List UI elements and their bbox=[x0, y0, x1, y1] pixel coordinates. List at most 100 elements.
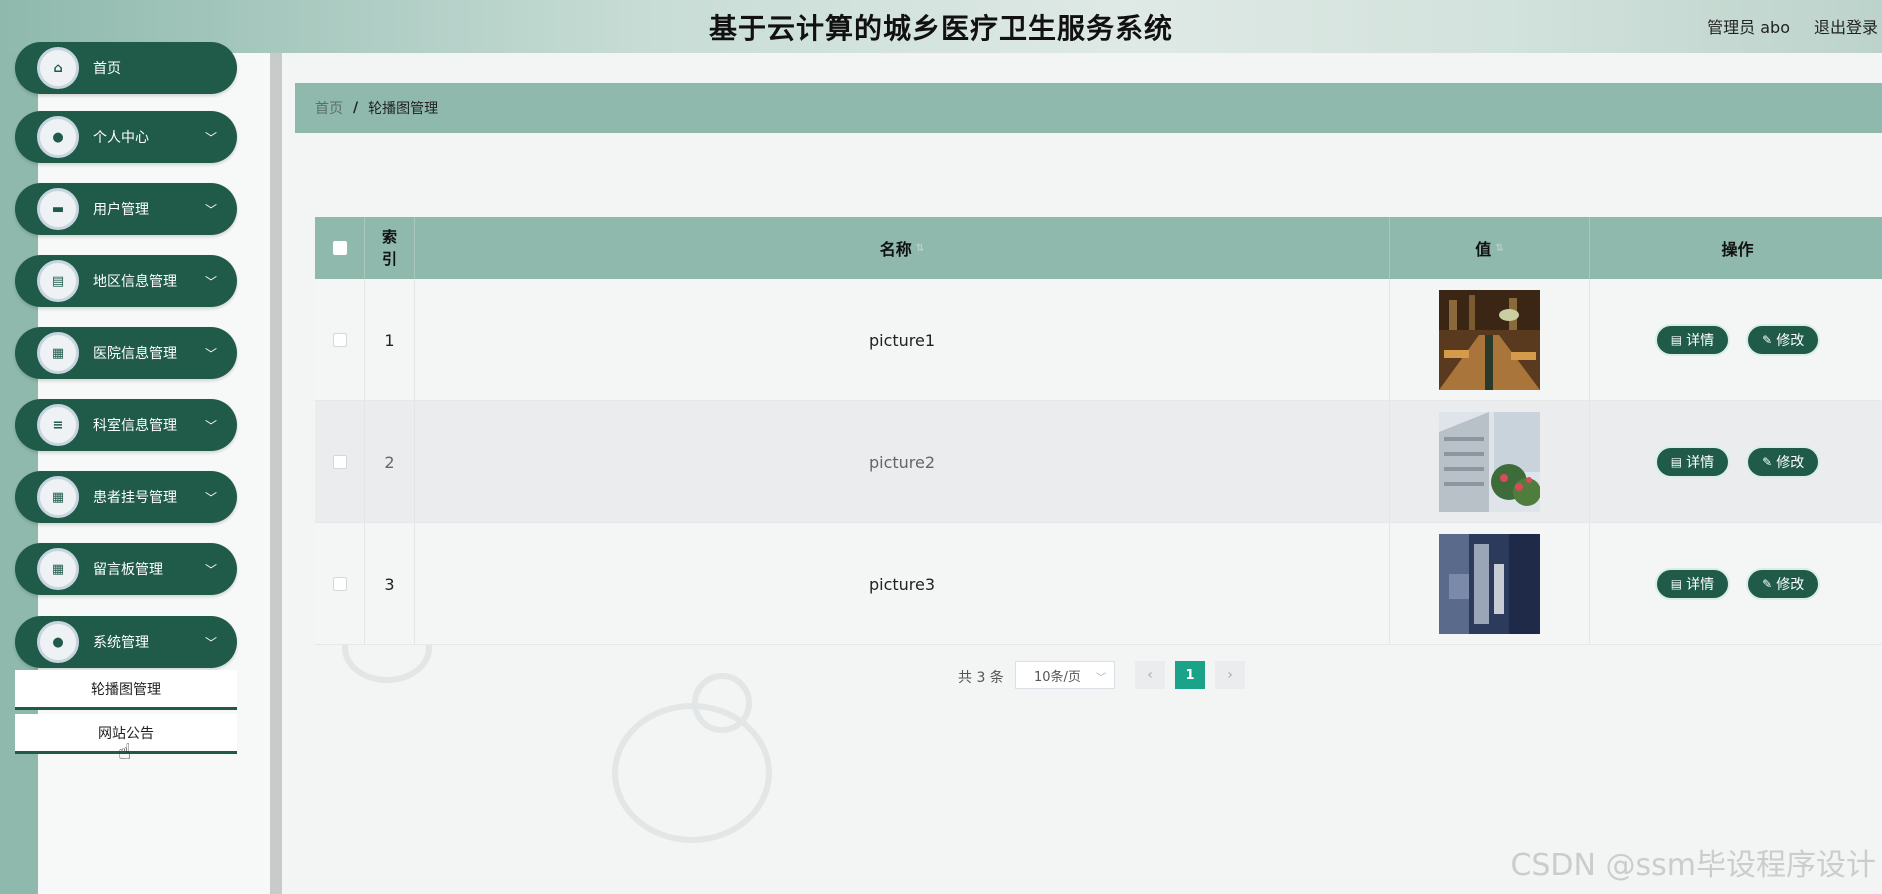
detail-button[interactable]: ▤ 详情 bbox=[1654, 446, 1731, 478]
pagination-total: 共 3 条 bbox=[958, 670, 1004, 686]
sidebar-item-region-management[interactable]: ▤ 地区信息管理 ﹀ bbox=[15, 255, 237, 307]
prev-page-button[interactable]: ‹ bbox=[1135, 661, 1165, 689]
main-content: 首页 / 轮播图管理 索引 名称 ⇅ 值 ⇅ 操作 1 picture1 ▤ 详… bbox=[282, 53, 1882, 894]
detail-button[interactable]: ▤ 详情 bbox=[1654, 324, 1731, 356]
table-row: 3 picture3 ▤ 详情 ✎ 修改 bbox=[315, 523, 1882, 645]
user-icon: ● bbox=[37, 116, 79, 158]
row-select-cell bbox=[315, 523, 365, 645]
column-header-index: 索引 bbox=[365, 217, 415, 279]
user-settings-icon: ● bbox=[37, 621, 79, 663]
grid-icon: ▦ bbox=[37, 548, 79, 590]
top-header: 基于云计算的城乡医疗卫生服务系统 管理员 abo 退出登录 bbox=[0, 0, 1882, 53]
table-row: 2 picture2 ▤ 详情 ✎ 修改 bbox=[315, 401, 1882, 523]
submenu-item-carousel[interactable]: 轮播图管理 bbox=[15, 670, 237, 710]
table-row: 1 picture1 ▤ 详情 ✎ 修改 bbox=[315, 279, 1882, 401]
clipboard-icon: ▤ bbox=[37, 260, 79, 302]
background-decoration bbox=[612, 703, 772, 843]
document-icon: ▤ bbox=[1670, 577, 1683, 591]
list-icon: ≡ bbox=[37, 404, 79, 446]
row-select-cell bbox=[315, 401, 365, 523]
edit-button[interactable]: ✎ 修改 bbox=[1746, 568, 1821, 600]
chevron-down-icon: ﹀ bbox=[1096, 673, 1106, 684]
index-cell: 1 bbox=[365, 279, 415, 401]
sidebar-item-home[interactable]: ⌂ 首页 bbox=[15, 42, 237, 94]
grid-icon: ▦ bbox=[37, 332, 79, 374]
breadcrumb-home[interactable]: 首页 bbox=[315, 98, 343, 118]
next-page-button[interactable]: › bbox=[1215, 661, 1245, 689]
page-size-select[interactable]: 10条/页 ﹀ bbox=[1015, 661, 1115, 689]
name-cell: picture2 bbox=[415, 401, 1390, 523]
chevron-down-icon: ﹀ bbox=[204, 202, 217, 217]
breadcrumb-current: 轮播图管理 bbox=[368, 101, 439, 117]
sort-icon: ⇅ bbox=[1495, 242, 1504, 254]
chevron-down-icon: ﹀ bbox=[204, 562, 217, 577]
sidebar-item-hospital-management[interactable]: ▦ 医院信息管理 ﹀ bbox=[15, 327, 237, 379]
chevron-down-icon: ﹀ bbox=[204, 130, 217, 145]
sidebar-item-label: 科室信息管理 bbox=[93, 418, 177, 434]
grid-icon: ▦ bbox=[37, 476, 79, 518]
sidebar-item-label: 个人中心 bbox=[93, 130, 149, 146]
logout-link[interactable]: 退出登录 bbox=[1814, 14, 1878, 38]
sidebar-item-user-management[interactable]: ▬ 用户管理 ﹀ bbox=[15, 183, 237, 235]
edit-icon: ✎ bbox=[1762, 577, 1773, 591]
value-cell bbox=[1390, 279, 1590, 401]
index-cell: 2 bbox=[365, 401, 415, 523]
chevron-down-icon: ﹀ bbox=[204, 490, 217, 505]
row-checkbox[interactable] bbox=[332, 333, 347, 347]
briefcase-icon: ▬ bbox=[37, 188, 79, 230]
column-header-value[interactable]: 值 ⇅ bbox=[1390, 217, 1590, 279]
document-icon: ▤ bbox=[1670, 333, 1683, 347]
sidebar-item-label: 首页 bbox=[93, 61, 121, 77]
carousel-thumbnail bbox=[1439, 412, 1540, 512]
name-cell: picture3 bbox=[415, 523, 1390, 645]
index-cell: 3 bbox=[365, 523, 415, 645]
row-checkbox[interactable] bbox=[332, 577, 347, 591]
chevron-down-icon: ﹀ bbox=[204, 635, 217, 650]
table-header: 索引 名称 ⇅ 值 ⇅ 操作 bbox=[315, 217, 1882, 279]
sidebar-item-label: 地区信息管理 bbox=[93, 274, 177, 290]
value-cell bbox=[1390, 523, 1590, 645]
select-all-checkbox[interactable] bbox=[332, 241, 347, 255]
sidebar-item-label: 留言板管理 bbox=[93, 562, 163, 578]
current-user: 管理员 abo bbox=[1707, 18, 1790, 37]
breadcrumb-separator: / bbox=[353, 100, 359, 116]
sidebar: ⌂ 首页 ● 个人中心 ﹀ ▬ 用户管理 ﹀ ▤ 地区信息管理 ﹀ ▦ 医院信息… bbox=[0, 42, 270, 894]
sidebar-item-message-board[interactable]: ▦ 留言板管理 ﹀ bbox=[15, 543, 237, 595]
select-all-cell bbox=[315, 217, 365, 279]
sidebar-item-label: 患者挂号管理 bbox=[93, 490, 177, 506]
row-select-cell bbox=[315, 279, 365, 401]
app-title: 基于云计算的城乡医疗卫生服务系统 bbox=[708, 11, 1173, 45]
sort-icon: ⇅ bbox=[915, 242, 925, 254]
column-header-name[interactable]: 名称 ⇅ bbox=[415, 217, 1390, 279]
breadcrumb: 首页 / 轮播图管理 bbox=[295, 83, 1882, 133]
watermark: CSDN @ssm毕设程序设计 bbox=[1510, 848, 1876, 883]
row-checkbox[interactable] bbox=[332, 455, 347, 469]
sidebar-item-personal-center[interactable]: ● 个人中心 ﹀ bbox=[15, 111, 237, 163]
sidebar-item-system-management[interactable]: ● 系统管理 ﹀ bbox=[15, 616, 237, 668]
carousel-thumbnail bbox=[1439, 290, 1540, 390]
sidebar-item-label: 用户管理 bbox=[93, 202, 149, 218]
edit-button[interactable]: ✎ 修改 bbox=[1746, 446, 1821, 478]
value-cell bbox=[1390, 401, 1590, 523]
pagination: 共 3 条 10条/页 ﹀ ‹ 1 › bbox=[282, 661, 1882, 691]
carousel-thumbnail bbox=[1439, 534, 1540, 634]
sidebar-item-department-management[interactable]: ≡ 科室信息管理 ﹀ bbox=[15, 399, 237, 451]
page-number-button[interactable]: 1 bbox=[1175, 661, 1205, 689]
sidebar-item-registration-management[interactable]: ▦ 患者挂号管理 ﹀ bbox=[15, 471, 237, 523]
chevron-down-icon: ﹀ bbox=[204, 346, 217, 361]
actions-cell: ▤ 详情 ✎ 修改 bbox=[1590, 401, 1882, 523]
sidebar-item-label: 系统管理 bbox=[93, 635, 149, 651]
chevron-down-icon: ﹀ bbox=[204, 274, 217, 289]
actions-cell: ▤ 详情 ✎ 修改 bbox=[1590, 523, 1882, 645]
sidebar-item-label: 医院信息管理 bbox=[93, 346, 177, 362]
document-icon: ▤ bbox=[1670, 455, 1683, 469]
detail-button[interactable]: ▤ 详情 bbox=[1654, 568, 1731, 600]
edit-button[interactable]: ✎ 修改 bbox=[1746, 324, 1821, 356]
name-cell: picture1 bbox=[415, 279, 1390, 401]
home-icon: ⌂ bbox=[37, 47, 79, 89]
sidebar-divider bbox=[270, 53, 282, 894]
edit-icon: ✎ bbox=[1762, 333, 1773, 347]
mouse-pointer-icon: ☝ bbox=[118, 740, 132, 765]
actions-cell: ▤ 详情 ✎ 修改 bbox=[1590, 279, 1882, 401]
column-header-actions: 操作 bbox=[1721, 240, 1754, 259]
